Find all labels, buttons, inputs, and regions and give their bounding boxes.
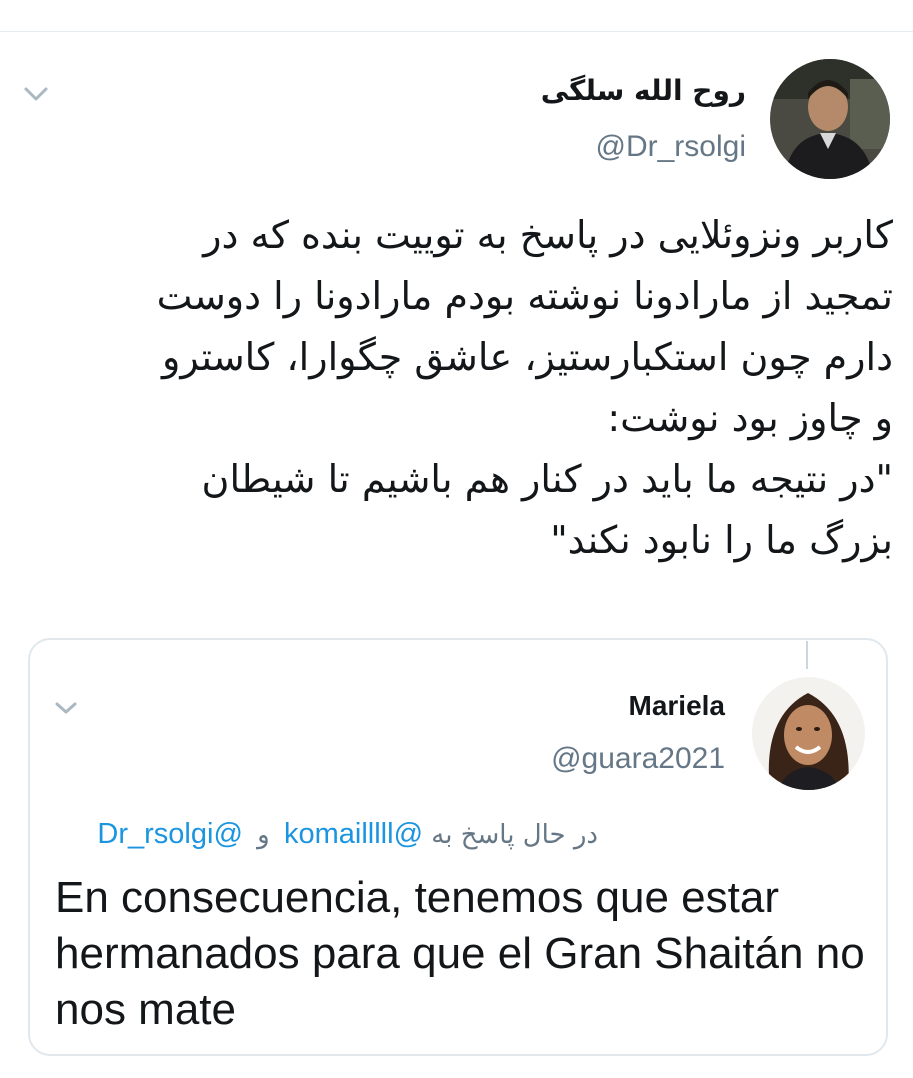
- quoted-tweet-handle[interactable]: @guara2021: [551, 742, 725, 776]
- reply-mention-link[interactable]: @komailllll: [284, 818, 423, 850]
- replying-to-label: در حال پاسخ به: [431, 820, 598, 850]
- replying-to-line: در حال پاسخ به @komailllll و @Dr_rsolgi: [97, 818, 598, 851]
- thread-connector: [806, 641, 808, 669]
- reply-mention-link[interactable]: @Dr_rsolgi: [97, 818, 242, 850]
- avatar[interactable]: [752, 677, 865, 790]
- main-tweet-handle[interactable]: @Dr_rsolgi: [596, 130, 746, 164]
- main-tweet-display-name[interactable]: روح الله سلگی: [541, 74, 746, 107]
- chevron-down-icon[interactable]: [22, 84, 50, 104]
- avatar[interactable]: [770, 59, 890, 179]
- main-tweet-text: کاربر ونزوئلایی در پاسخ به توییت بنده که…: [156, 213, 893, 562]
- chevron-down-icon[interactable]: [52, 698, 80, 718]
- quoted-tweet-display-name[interactable]: Mariela: [629, 690, 726, 722]
- top-divider: [0, 31, 913, 32]
- quoted-tweet-text: En consecuencia, tenemos que estar herma…: [55, 873, 865, 1034]
- reply-conjunction: و: [257, 820, 270, 850]
